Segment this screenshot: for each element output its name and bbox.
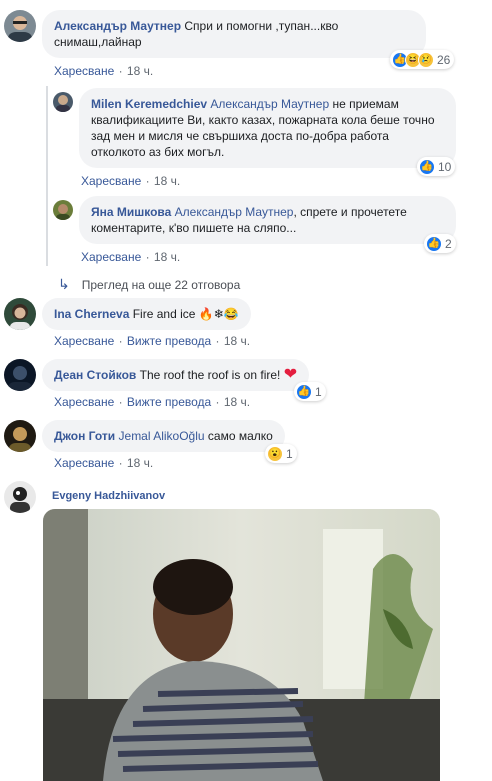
reaction-count: 26 <box>437 52 451 67</box>
comment-text: The roof the roof is on fire! <box>139 368 281 382</box>
comment-author[interactable]: Evgeny Hadzhiivanov <box>52 490 165 502</box>
comment-time[interactable]: 18 ч. <box>224 334 250 348</box>
gif-attachment[interactable] <box>43 509 440 781</box>
mention-link[interactable]: Александър Маутнер <box>175 205 294 219</box>
comment-bubble: Джон Готи Jemal AlikoOğlu само малко <box>42 420 285 452</box>
reaction-summary[interactable]: 😮 1 <box>265 444 297 463</box>
comment-text: само малко <box>207 429 273 443</box>
gif-image <box>43 509 440 781</box>
view-more-replies-link[interactable]: ↳ Преглед на още 22 отговора <box>58 276 240 293</box>
reaction-count: 10 <box>438 159 452 174</box>
like-button[interactable]: Харесване <box>54 395 114 409</box>
comment-actions: Харесване · 18 ч. <box>81 174 181 188</box>
comment: Деан Стойков The roof the roof is on fir… <box>4 359 310 409</box>
reaction-count: 1 <box>286 446 293 461</box>
avatar[interactable] <box>4 10 36 42</box>
comment-body: Деан Стойков The roof the roof is on fir… <box>42 359 310 409</box>
comment-bubble: Яна Мишкова Александър Маутнер, спрете и… <box>79 196 456 244</box>
like-button[interactable]: Харесване <box>81 174 141 188</box>
comment-actions: Харесване · Вижте превода · 18 ч. <box>54 334 251 348</box>
like-icon: 👍 <box>296 383 312 400</box>
comment-bubble: Деан Стойков The roof the roof is on fir… <box>42 359 310 391</box>
reaction-count: 1 <box>315 384 322 399</box>
reply-thread-line <box>46 86 48 266</box>
comment-body: Яна Мишкова Александър Маутнер, спрете и… <box>79 196 456 264</box>
comment-author[interactable]: Ina Cherneva <box>54 307 129 321</box>
translate-link[interactable]: Вижте превода <box>127 395 211 409</box>
comment-text: Fire and ice <box>132 307 196 321</box>
comment-bubble: Ina Cherneva Fire and ice 🔥❄😂 <box>42 298 251 330</box>
like-button[interactable]: Харесване <box>54 456 114 470</box>
comment-body: Александър Маутнер Спри и помогни ,тупан… <box>42 10 426 78</box>
comment-author[interactable]: Джон Готи <box>54 429 115 443</box>
reaction-summary[interactable]: 👍 1 <box>294 382 326 401</box>
wow-icon: 😮 <box>267 445 283 462</box>
avatar[interactable] <box>4 298 36 330</box>
reaction-summary[interactable]: 👍 😆 😢 26 <box>390 50 455 69</box>
avatar[interactable] <box>4 420 36 452</box>
comment-emoji: 🔥❄😂 <box>198 307 239 321</box>
comment-bubble: Александър Маутнер Спри и помогни ,тупан… <box>42 10 426 58</box>
like-button[interactable]: Харесване <box>54 64 114 78</box>
comment-author[interactable]: Деан Стойков <box>54 368 136 382</box>
comment-time[interactable]: 18 ч. <box>154 250 180 264</box>
sad-icon: 😢 <box>418 51 434 68</box>
comment-bubble: Milen Keremedchiev Александър Маутнер не… <box>79 88 456 168</box>
comment-actions: Харесване · Вижте превода · 18 ч. <box>54 395 251 409</box>
avatar[interactable] <box>4 359 36 391</box>
comment-author[interactable]: Александър Маутнер <box>54 19 181 33</box>
comment: Александър Маутнер Спри и помогни ,тупан… <box>4 10 426 78</box>
comment-time[interactable]: 18 ч. <box>154 174 180 188</box>
reaction-summary[interactable]: 👍 10 <box>417 157 456 176</box>
comment-actions: Харесване · 18 ч. <box>81 250 181 264</box>
mention-link[interactable]: Александър Маутнер <box>210 97 329 111</box>
comment: Ina Cherneva Fire and ice 🔥❄😂 Харесване … <box>4 298 251 348</box>
comment-actions: Харесване · 18 ч. <box>54 64 154 78</box>
comment-author[interactable]: Milen Keremedchiev <box>91 97 207 111</box>
comment-time[interactable]: 18 ч. <box>127 64 153 78</box>
like-button[interactable]: Харесване <box>54 334 114 348</box>
reply-comment: Яна Мишкова Александър Маутнер, спрете и… <box>53 196 456 264</box>
like-button[interactable]: Харесване <box>81 250 141 264</box>
view-more-replies-label[interactable]: Преглед на още 22 отговора <box>82 278 241 292</box>
reaction-count: 2 <box>445 236 452 251</box>
comment-body: Джон Готи Jemal AlikoOğlu само малко Хар… <box>42 420 285 470</box>
comment-time[interactable]: 18 ч. <box>127 456 153 470</box>
heart-emoji: ❤ <box>283 366 298 383</box>
mention-link[interactable]: Jemal AlikoOğlu <box>119 429 205 443</box>
avatar[interactable] <box>53 200 73 220</box>
comment-actions: Харесване · 18 ч. <box>54 456 154 470</box>
comment-body: Milen Keremedchiev Александър Маутнер не… <box>79 88 456 188</box>
like-icon: 👍 <box>426 235 442 252</box>
like-icon: 👍 <box>419 158 435 175</box>
translate-link[interactable]: Вижте превода <box>127 334 211 348</box>
comment: Джон Готи Jemal AlikoOğlu само малко Хар… <box>4 420 285 470</box>
comment-body: Ina Cherneva Fire and ice 🔥❄😂 Харесване … <box>42 298 251 348</box>
avatar[interactable] <box>4 481 36 513</box>
avatar[interactable] <box>53 92 73 112</box>
comment-author[interactable]: Яна Мишкова <box>91 205 171 219</box>
comment-time[interactable]: 18 ч. <box>224 395 250 409</box>
reply-arrow-icon: ↳ <box>58 276 70 292</box>
reaction-summary[interactable]: 👍 2 <box>424 234 456 253</box>
reply-comment: Milen Keremedchiev Александър Маутнер не… <box>53 88 456 188</box>
